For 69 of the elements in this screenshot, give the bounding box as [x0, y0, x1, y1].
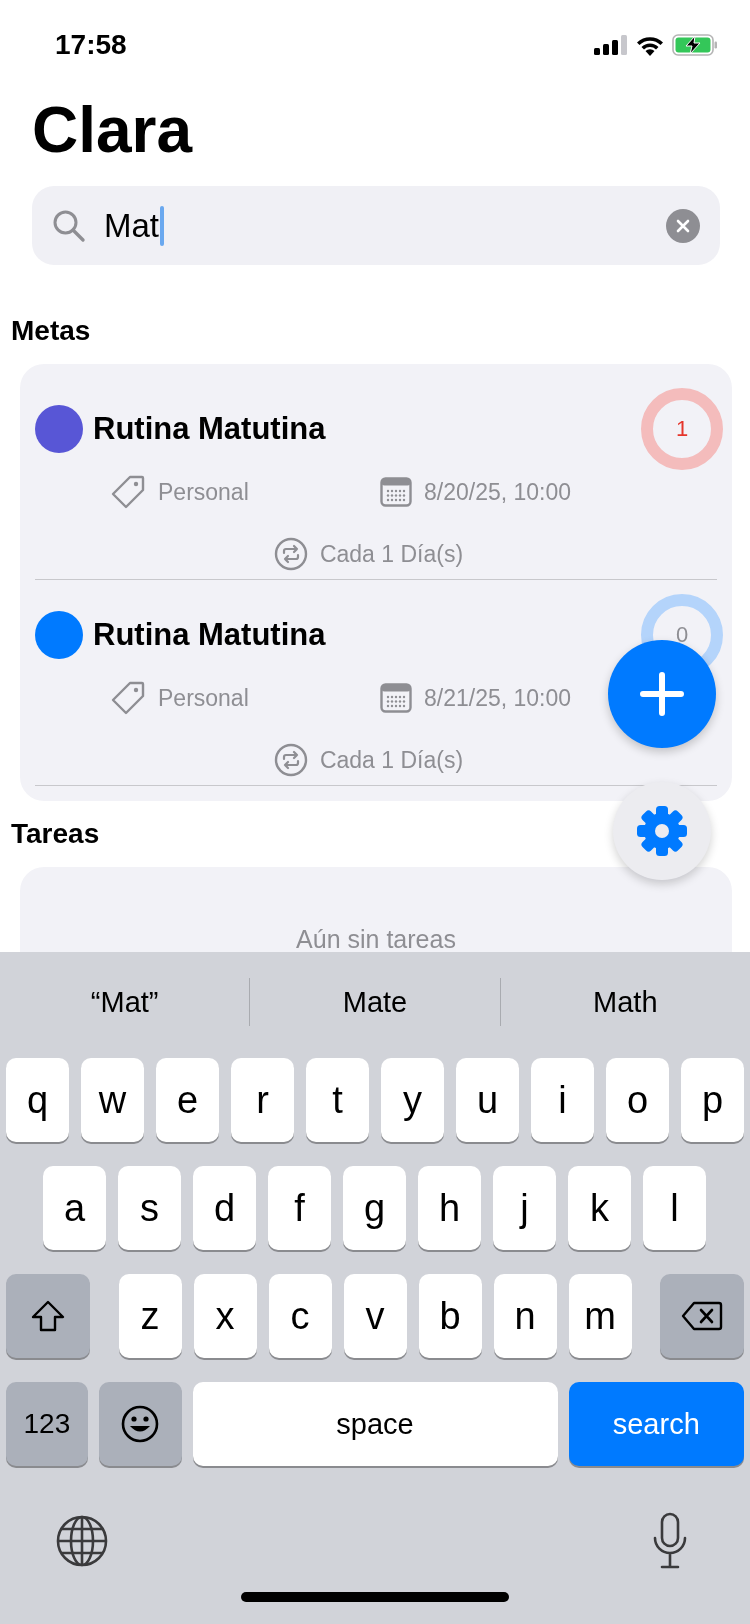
- space-key[interactable]: space: [192, 1382, 558, 1466]
- suggestion[interactable]: Mate: [250, 972, 500, 1032]
- settings-icon: [636, 805, 688, 857]
- wifi-icon: [636, 34, 664, 56]
- emoji-key[interactable]: [98, 1382, 182, 1466]
- letter-key[interactable]: p: [681, 1058, 744, 1142]
- search-field[interactable]: Mat: [32, 186, 720, 265]
- letter-key[interactable]: l: [643, 1166, 706, 1250]
- delete-key[interactable]: [660, 1274, 744, 1358]
- shift-key[interactable]: [6, 1274, 90, 1358]
- letter-key[interactable]: m: [568, 1274, 632, 1358]
- search-icon: [52, 208, 86, 243]
- goal-name[interactable]: Rutina Matutina: [93, 617, 326, 653]
- letter-key[interactable]: j: [493, 1166, 556, 1250]
- section-heading: Tareas: [11, 817, 100, 851]
- suggestion[interactable]: Math: [500, 972, 750, 1032]
- goal-date: 8/21/25, 10:00: [424, 684, 572, 712]
- letter-key[interactable]: n: [493, 1274, 557, 1358]
- tag-icon: [110, 474, 146, 510]
- repeat-icon: [273, 743, 308, 777]
- letter-key[interactable]: o: [606, 1058, 669, 1142]
- suggestion[interactable]: “Mat”: [0, 972, 250, 1032]
- signal-icon: [594, 35, 628, 55]
- goal-category: Personal: [158, 478, 250, 506]
- empty-message: Aún sin tareas: [296, 925, 456, 955]
- globe-icon[interactable]: [55, 1514, 109, 1568]
- letter-key[interactable]: b: [418, 1274, 482, 1358]
- letter-key[interactable]: w: [81, 1058, 144, 1142]
- letter-key[interactable]: c: [268, 1274, 332, 1358]
- calendar-icon: [380, 477, 412, 507]
- letter-key[interactable]: x: [193, 1274, 257, 1358]
- letter-key[interactable]: a: [43, 1166, 106, 1250]
- emoji-icon: [120, 1404, 161, 1444]
- goal-repeat: Cada 1 Día(s): [319, 746, 464, 774]
- letter-key[interactable]: t: [306, 1058, 369, 1142]
- letter-key[interactable]: z: [118, 1274, 182, 1358]
- letter-key[interactable]: s: [118, 1166, 181, 1250]
- microphone-icon[interactable]: [652, 1512, 688, 1570]
- letter-key[interactable]: h: [418, 1166, 481, 1250]
- letter-key[interactable]: u: [456, 1058, 519, 1142]
- letter-key[interactable]: g: [343, 1166, 406, 1250]
- letter-key[interactable]: q: [6, 1058, 69, 1142]
- letter-key[interactable]: r: [231, 1058, 294, 1142]
- plus-icon: [639, 671, 685, 717]
- shift-icon: [30, 1299, 66, 1333]
- close-icon: [676, 218, 690, 233]
- battery-charging-icon: [672, 34, 718, 56]
- letter-key[interactable]: y: [381, 1058, 444, 1142]
- screen-title: Clara: [32, 95, 194, 168]
- backspace-icon: [681, 1301, 723, 1331]
- letter-key[interactable]: e: [156, 1058, 219, 1142]
- letter-key[interactable]: f: [268, 1166, 331, 1250]
- section-heading: Metas: [11, 314, 91, 348]
- letter-key[interactable]: k: [568, 1166, 631, 1250]
- goal-date: 8/20/25, 10:00: [424, 478, 572, 506]
- status-time: 17:58: [55, 29, 127, 61]
- tag-icon: [110, 680, 146, 716]
- search-key[interactable]: search: [568, 1382, 744, 1466]
- letter-key[interactable]: v: [343, 1274, 407, 1358]
- goal-category: Personal: [158, 684, 250, 712]
- goal-name[interactable]: Rutina Matutina: [93, 411, 326, 447]
- letter-key[interactable]: d: [193, 1166, 256, 1250]
- numbers-key[interactable]: 123: [6, 1382, 88, 1466]
- letter-key[interactable]: i: [531, 1058, 594, 1142]
- calendar-icon: [380, 683, 412, 713]
- repeat-icon: [273, 537, 308, 571]
- goal-count-ring: 1: [641, 388, 723, 470]
- clear-button[interactable]: [666, 208, 700, 243]
- goal-repeat: Cada 1 Día(s): [319, 540, 464, 568]
